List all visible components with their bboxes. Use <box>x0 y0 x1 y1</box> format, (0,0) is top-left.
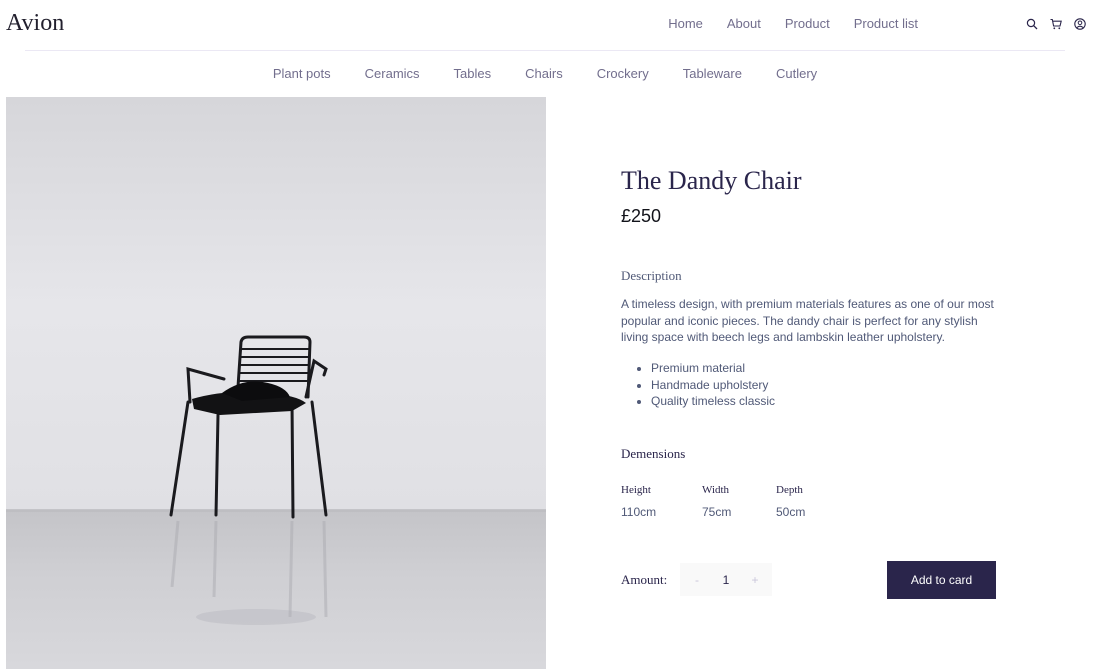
category-cutlery[interactable]: Cutlery <box>776 66 817 81</box>
logo[interactable]: Avion <box>6 10 64 37</box>
dimension-value: 50cm <box>776 505 806 519</box>
dimension-depth: Depth 50cm <box>776 484 805 519</box>
feature-item: Quality timeless classic <box>651 393 775 410</box>
description-text: A timeless design, with premium material… <box>621 297 994 344</box>
feature-item: Handmade upholstery <box>651 377 775 394</box>
feature-list: Premium material Handmade upholstery Qua… <box>651 360 775 410</box>
feature-item: Premium material <box>651 360 775 377</box>
dimension-value: 75cm <box>702 505 732 519</box>
quantity-value[interactable]: 1 <box>723 573 730 587</box>
nav-product[interactable]: Product <box>785 16 830 31</box>
product-title: The Dandy Chair <box>621 166 802 195</box>
description-heading: Description <box>621 268 682 283</box>
amount-label: Amount: <box>621 572 668 587</box>
header-icons <box>1026 17 1086 30</box>
category-tableware[interactable]: Tableware <box>683 66 742 81</box>
product-price: £250 <box>621 206 662 226</box>
dimension-label: Width <box>702 484 730 496</box>
dimension-height: Height 110cm <box>621 484 656 519</box>
nav-about[interactable]: About <box>727 16 761 31</box>
increment-button[interactable]: + <box>750 573 760 587</box>
dimension-value: 110cm <box>621 505 657 519</box>
user-icon[interactable] <box>1074 17 1086 30</box>
decrement-button[interactable]: - <box>692 573 702 587</box>
main-nav: Home About Product Product list <box>668 16 918 31</box>
category-nav: Plant pots Ceramics Tables Chairs Crocke… <box>0 66 1102 81</box>
dimension-label: Depth <box>776 484 803 496</box>
product-details: The Dandy Chair £250 Description A timel… <box>621 160 1001 599</box>
search-icon[interactable] <box>1026 17 1038 30</box>
category-tables[interactable]: Tables <box>454 66 492 81</box>
category-crockery[interactable]: Crockery <box>597 66 649 81</box>
dimension-label: Height <box>621 484 651 496</box>
dimensions-heading: Demensions <box>621 446 686 461</box>
category-plant-pots[interactable]: Plant pots <box>273 66 331 81</box>
nav-home[interactable]: Home <box>668 16 703 31</box>
dimension-width: Width 75cm <box>702 484 731 519</box>
product-image <box>6 97 546 669</box>
category-ceramics[interactable]: Ceramics <box>365 66 420 81</box>
add-to-cart-button[interactable]: Add to card <box>887 561 996 599</box>
quantity-stepper: - 1 + <box>680 563 772 596</box>
header-divider <box>25 50 1065 51</box>
cart-icon[interactable] <box>1050 17 1062 30</box>
category-chairs[interactable]: Chairs <box>525 66 563 81</box>
nav-product-list[interactable]: Product list <box>854 16 918 31</box>
site-header: Avion Home About Product Product list <box>0 0 1102 50</box>
